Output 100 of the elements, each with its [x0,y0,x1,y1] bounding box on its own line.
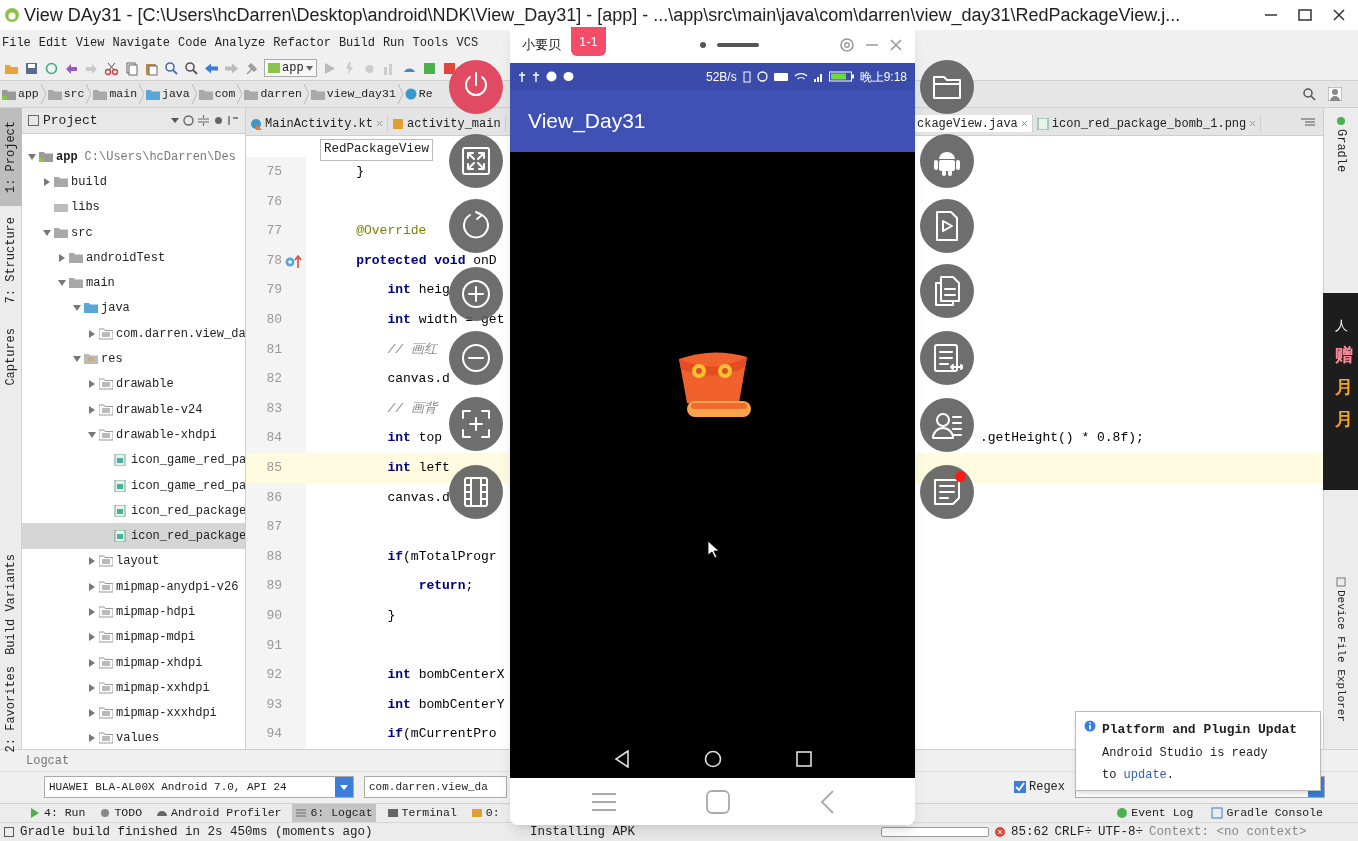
folder-icon [84,302,98,315]
tool-window-tab[interactable]: TODO [96,803,146,823]
menu-item[interactable]: View [75,34,105,52]
process-dropdown[interactable]: com.darren.view_da [364,776,507,798]
breadcrumb-item[interactable]: view_day31 [310,85,396,103]
tree-item[interactable]: mipmap-xhdpi [22,649,245,676]
recents-icon[interactable] [795,751,812,767]
tool-window-tab[interactable]: 7: Structure [0,211,22,310]
menu-item[interactable]: Analyze [214,34,266,52]
tree-item[interactable]: app C:\Users\hcDarren\Des [22,144,245,170]
tool-window-tab[interactable]: 4: Run [26,803,89,823]
run-config-dropdown[interactable]: app [264,59,317,77]
menu-item[interactable]: Tools [412,34,449,52]
tool-window-tab[interactable]: Event Log [1111,803,1199,823]
menu-item[interactable]: Run [382,34,405,52]
menu-icon[interactable] [591,791,616,812]
line-number: 82 [265,370,282,389]
maximize-icon[interactable] [1298,8,1312,22]
tree-item[interactable]: androidTest [22,245,245,271]
tool-window-tab[interactable]: Terminal [383,803,460,823]
breadcrumb-item[interactable]: app [2,85,39,103]
tree-item[interactable]: drawable [22,371,245,397]
tree-item[interactable]: res [22,346,245,372]
user-icon[interactable] [1328,87,1342,101]
copy-icon[interactable] [124,60,139,76]
target-icon[interactable] [183,115,194,126]
menu-item[interactable]: Edit [38,34,68,52]
tool-window-tab[interactable]: Device File Explorer [1332,577,1350,723]
tree-item[interactable]: com.darren.view_da [22,321,245,347]
file-encoding[interactable]: UTF-8÷ [1098,822,1144,841]
line-number: 93 [265,695,282,714]
breadcrumb-item[interactable]: Re [404,85,433,103]
tree-item[interactable]: mipmap-anydpi-v26 [22,574,245,600]
stop-icon[interactable] [441,60,457,76]
tree-item[interactable]: drawable-xhdpi [22,422,245,448]
tree-item[interactable]: src [22,219,245,246]
menu-item[interactable]: Refactor [273,34,331,52]
battery-icon [828,71,854,82]
collapse-icon[interactable] [198,115,209,126]
breadcrumb-item[interactable]: darren [244,85,302,103]
caret-icon[interactable] [171,118,179,123]
attach-icon[interactable] [421,60,437,76]
panel-title[interactable]: Project [43,110,167,131]
tool-window-tab[interactable]: Build Variants [0,545,22,663]
tree-item[interactable]: mipmap-xxxhdpi [22,700,245,726]
tool-window-tab[interactable]: 1: Project [0,108,22,206]
menu-item[interactable]: Navigate [112,34,171,52]
hammer-icon[interactable] [244,60,259,76]
tree-item[interactable]: drawable-v24 [22,396,245,423]
settings-icon[interactable] [213,115,224,126]
tree-item[interactable]: libs [22,194,245,220]
tree-item[interactable]: icon_red_package [22,523,245,549]
regex-checkbox[interactable]: Regex [1014,778,1065,796]
tree-item[interactable]: java [22,295,245,322]
line-separator[interactable]: CRLF÷ [1054,822,1093,841]
tool-window-tab[interactable]: 6: Logcat [292,803,376,823]
tree-item[interactable]: mipmap-xxhdpi [22,675,245,701]
tree-item[interactable]: icon_game_red_pa [22,472,245,499]
search-icon[interactable] [164,60,179,76]
search-icon[interactable] [1302,87,1316,101]
line-number: 78 [265,251,282,270]
tool-window-tab[interactable]: Gradle [1332,116,1350,173]
tool-window-tab[interactable]: 0: [467,803,503,823]
collapsed-arrow-icon [88,734,96,743]
tree-item[interactable]: build [22,169,245,195]
tree-item[interactable]: layout [22,548,245,575]
device-dropdown[interactable]: HUAWEI BLA-AL00X Android 7.0, API 24 [44,776,354,798]
override-marker-icon[interactable] [285,253,303,268]
tree-item[interactable]: mipmap-mdpi [22,624,245,650]
hide-icon[interactable] [228,115,239,126]
breadcrumb-item[interactable]: com [198,85,236,103]
menu-item[interactable]: Code [178,34,207,52]
breadcrumb-item[interactable]: java [146,85,190,103]
save-icon[interactable] [24,60,39,76]
tree-item[interactable]: icon_game_red_pa [22,447,245,473]
tree-item[interactable]: main [22,270,245,296]
search-replace-icon[interactable] [184,60,199,76]
cut-icon[interactable] [104,60,119,76]
editor-tab[interactable]: ckageView.java [913,115,1033,132]
close-icon[interactable] [1332,8,1346,22]
cancel-icon[interactable] [995,827,1005,837]
method-breadcrumb[interactable]: RedPackageView [320,138,434,161]
sync-icon[interactable] [44,60,59,76]
notification-title: Platform and Plugin Updat [1102,721,1298,739]
tree-item[interactable]: values [22,725,245,749]
menu-item[interactable]: File [2,34,31,52]
folder-button[interactable] [920,60,974,114]
tool-window-tab[interactable]: Android Profiler [153,803,285,823]
menu-item[interactable]: Build [338,34,375,52]
update-link[interactable]: update [1123,767,1167,782]
cursor-position[interactable]: 85:62 [1011,822,1049,841]
tree-item[interactable]: icon_red_package [22,498,245,524]
breadcrumb-item[interactable]: main [93,85,138,103]
tool-window-tab[interactable]: Captures [0,317,22,396]
menu-item[interactable]: VCS [456,34,479,52]
breadcrumb-item[interactable]: src [47,85,85,103]
tree-item[interactable]: mipmap-hdpi [22,599,245,625]
notification-text: Android Studio is ready [1102,744,1269,762]
settings-icon[interactable] [839,36,855,53]
tool-window-tab[interactable]: Gradle Console [1206,803,1328,823]
